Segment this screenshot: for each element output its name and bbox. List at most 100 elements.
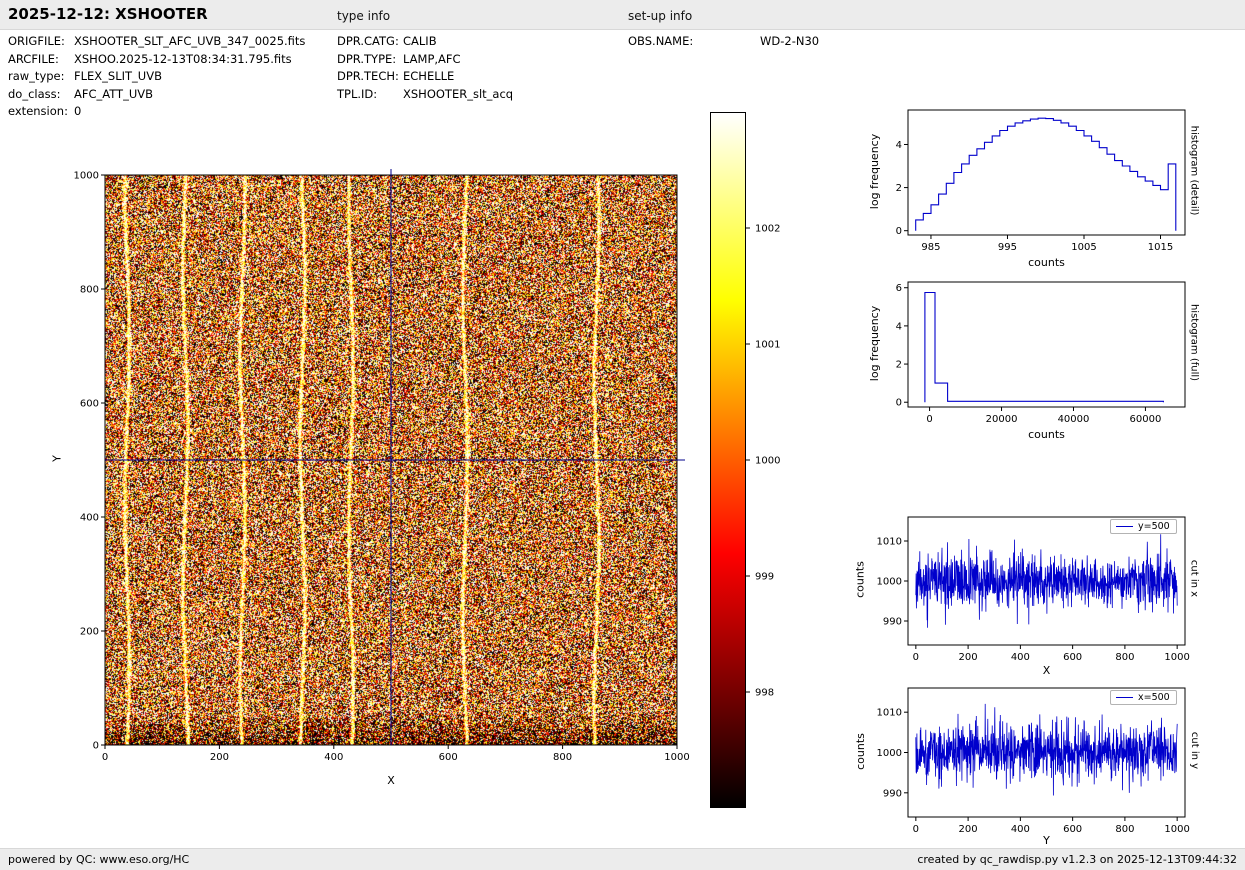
histogram-series [916, 118, 1176, 231]
tick-label: 1000 [664, 752, 689, 763]
tick-label: 1010 [877, 537, 902, 548]
tick-label: 400 [324, 752, 343, 763]
footer-created-by: created by qc_rawdisp.py v1.2.3 on 2025-… [917, 853, 1237, 866]
dpr-tech-value: ECHELLE [403, 69, 454, 87]
tick-label: 1000 [1164, 652, 1189, 663]
raw-image-xlabel: X [105, 774, 677, 787]
meta-row-dpr-type: DPR.TYPE: LAMP,AFC [337, 52, 513, 70]
histogram-series [925, 293, 1164, 403]
meta-row-obs-name: OBS.NAME: WD-2-N30 [628, 34, 819, 52]
tick-label: 20000 [986, 414, 1018, 425]
histogram-detail-ylabel: log frequency [868, 109, 881, 234]
cut-series [916, 534, 1177, 628]
tick-label: 2 [896, 360, 902, 371]
extension-value: 0 [74, 104, 81, 122]
meta-row-dpr-tech: DPR.TECH: ECHELLE [337, 69, 513, 87]
tick-label: 0 [93, 741, 99, 752]
histogram-full-right-label: histogram (full) [1189, 278, 1200, 408]
tick-label: 0 [896, 226, 902, 237]
tick-label: 998 [755, 688, 774, 699]
legend-cut-in-y-label: x=500 [1138, 692, 1170, 703]
tick-label: 2 [896, 183, 902, 194]
tick-label: 600 [439, 752, 458, 763]
cut-in-x-ylabel: counts [854, 516, 867, 644]
tick-label: 0 [896, 398, 902, 409]
cut-in-y-ylabel: counts [854, 687, 867, 816]
tick-label: 1002 [755, 224, 780, 235]
cut-in-x-right-label: cut in x [1189, 515, 1200, 643]
obs-name-label: OBS.NAME: [628, 34, 760, 52]
legend-line-sample [1116, 697, 1133, 698]
type-info-heading: type info [337, 9, 390, 23]
axes-border [908, 110, 1185, 235]
tick-label: 990 [883, 788, 902, 799]
colorbar [710, 112, 746, 808]
tick-label: 800 [80, 285, 99, 296]
do-class-label: do_class: [8, 87, 74, 105]
origfile-value: XSHOOTER_SLT_AFC_UVB_347_0025.fits [74, 34, 305, 52]
cut-in-y-xlabel: Y [908, 834, 1185, 847]
file-info-column: ORIGFILE: XSHOOTER_SLT_AFC_UVB_347_0025.… [8, 34, 305, 122]
dpr-type-label: DPR.TYPE: [337, 52, 403, 70]
tick-label: 4 [896, 321, 902, 332]
cut-in-y-right-label: cut in y [1189, 686, 1200, 815]
tick-label: 1010 [877, 708, 902, 719]
axes-border [908, 688, 1185, 817]
legend-cut-in-x-label: y=500 [1138, 521, 1170, 532]
dpr-tech-label: DPR.TECH: [337, 69, 403, 87]
header-bar: 2025-12-12: XSHOOTER type info set-up in… [0, 0, 1245, 30]
meta-row-extension: extension: 0 [8, 104, 305, 122]
tick-label: 0 [926, 414, 932, 425]
setup-info-heading: set-up info [628, 9, 692, 23]
tick-label: 0 [102, 752, 108, 763]
tick-label: 600 [80, 399, 99, 410]
tick-label: 200 [210, 752, 229, 763]
type-info-column: DPR.CATG: CALIB DPR.TYPE: LAMP,AFC DPR.T… [337, 34, 513, 104]
tick-label: 1005 [1071, 242, 1096, 253]
raw-image-ylabel: Y [51, 174, 64, 744]
tick-label: 1015 [1148, 242, 1173, 253]
tpl-id-label: TPL.ID: [337, 87, 403, 105]
tick-label: 200 [959, 652, 978, 663]
tick-label: 1000 [755, 456, 780, 467]
legend-cut-in-y: x=500 [1110, 690, 1177, 705]
histogram-detail-right-label: histogram (detail) [1189, 106, 1200, 236]
tick-label: 1000 [877, 748, 902, 759]
raw-image-heatmap [105, 175, 677, 745]
axes-border [908, 282, 1185, 407]
tick-label: 800 [1115, 652, 1134, 663]
tick-label: 1000 [74, 171, 99, 182]
footer-powered-by: powered by QC: www.eso.org/HC [8, 853, 189, 866]
tick-label: 60000 [1130, 414, 1162, 425]
arcfile-value: XSHOO.2025-12-13T08:34:31.795.fits [74, 52, 292, 70]
tick-label: 40000 [1058, 414, 1090, 425]
page-title: 2025-12-12: XSHOOTER [8, 5, 208, 23]
tick-label: 999 [755, 572, 774, 583]
footer-bar: powered by QC: www.eso.org/HC created by… [0, 848, 1245, 870]
tick-label: 985 [921, 242, 940, 253]
meta-row-arcfile: ARCFILE: XSHOO.2025-12-13T08:34:31.795.f… [8, 52, 305, 70]
histogram-full-xlabel: counts [908, 428, 1185, 441]
tick-label: 200 [80, 627, 99, 638]
obs-name-value: WD-2-N30 [760, 34, 819, 52]
legend-cut-in-x: y=500 [1110, 519, 1177, 534]
meta-row-origfile: ORIGFILE: XSHOOTER_SLT_AFC_UVB_347_0025.… [8, 34, 305, 52]
origfile-label: ORIGFILE: [8, 34, 74, 52]
tick-label: 6 [896, 283, 902, 294]
arcfile-label: ARCFILE: [8, 52, 74, 70]
dpr-catg-label: DPR.CATG: [337, 34, 403, 52]
raw-type-value: FLEX_SLIT_UVB [74, 69, 162, 87]
setup-info-column: OBS.NAME: WD-2-N30 [628, 34, 819, 52]
dpr-catg-value: CALIB [403, 34, 437, 52]
histogram-detail-xlabel: counts [908, 256, 1185, 269]
raw-type-label: raw_type: [8, 69, 74, 87]
tick-label: 1001 [755, 340, 780, 351]
dpr-type-value: LAMP,AFC [403, 52, 461, 70]
tpl-id-value: XSHOOTER_slt_acq [403, 87, 513, 105]
tick-label: 4 [896, 140, 902, 151]
meta-row-dpr-catg: DPR.CATG: CALIB [337, 34, 513, 52]
cut-in-x-xlabel: X [908, 664, 1185, 677]
tick-label: 995 [998, 242, 1017, 253]
tick-label: 1000 [877, 577, 902, 588]
extension-label: extension: [8, 104, 74, 122]
